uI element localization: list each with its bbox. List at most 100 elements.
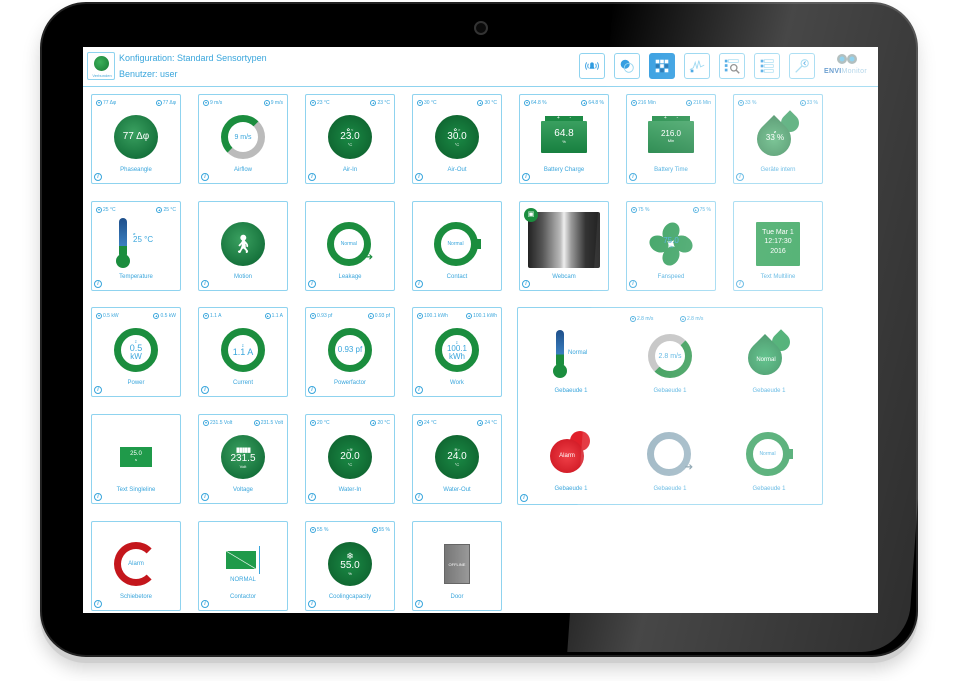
tile-label: Air-In: [342, 167, 358, 173]
min-threshold-icon: ▾: [310, 313, 316, 319]
group-item-leakage[interactable]: ➔ Gebaeude 1: [625, 412, 715, 502]
min-threshold-icon: ▾: [310, 527, 316, 533]
arrow-right-icon: ➔: [684, 461, 694, 473]
group-item-humidity[interactable]: Normal Gebaeude 1: [724, 314, 814, 404]
charts-button[interactable]: [684, 53, 710, 79]
tile-label: Water-Out: [443, 487, 471, 493]
min-threshold-icon: ▾: [203, 420, 209, 426]
info-icon[interactable]: i: [94, 280, 102, 288]
list-button[interactable]: [754, 53, 780, 79]
phaseangle-gauge: 77 Δφ: [114, 115, 158, 159]
info-icon[interactable]: i: [415, 386, 423, 394]
info-icon[interactable]: i: [522, 280, 530, 288]
group-item-label: Gebaeude 1: [653, 486, 687, 492]
group-item-temperature[interactable]: Normal Gebaeude 1: [526, 314, 616, 404]
water-out-gauge: ≋> 24.0 °C: [435, 435, 479, 479]
search-list-button[interactable]: [719, 53, 745, 79]
info-icon[interactable]: i: [308, 280, 316, 288]
group-item-humidity-alarm[interactable]: Alarm Gebaeude 1: [526, 412, 616, 502]
group-item-label: Gebaeude 1: [554, 486, 588, 492]
tile-group-gebaeude[interactable]: ▾ 2.8 m/s ▴ 2.8 m/s Normal Gebaeude 1 2.8 …: [517, 307, 823, 505]
info-icon[interactable]: i: [415, 600, 423, 608]
webcam-image[interactable]: ▣: [524, 208, 600, 268]
info-icon[interactable]: i: [94, 173, 102, 181]
info-icon[interactable]: i: [308, 386, 316, 394]
tile-geraete-intern[interactable]: ▾ 33 % ▴ 33 % ø 33 % Geräte intern i: [733, 94, 823, 184]
logo-text: ENVIMonitor: [824, 68, 867, 75]
air-out-gauge: ✿ >30.0 °C: [435, 115, 479, 159]
alarm-button[interactable]: [579, 53, 605, 79]
info-icon[interactable]: i: [308, 493, 316, 501]
info-icon[interactable]: i: [94, 493, 102, 501]
tile-motion[interactable]: 🚶︎ Motion i: [198, 201, 288, 291]
tile-power[interactable]: ▾ 0.5 kW ▴ 0.5 kW Σ 0.5 kW Power i: [91, 307, 181, 397]
info-icon[interactable]: i: [415, 173, 423, 181]
tile-label: Power: [127, 380, 145, 386]
camera-lens: [474, 21, 488, 35]
tile-current[interactable]: ▾ 1.1 A ▴ 1.1 A Σ 1.1 A Current i: [198, 307, 288, 397]
tile-phaseangle[interactable]: ▾ 77 Δφ ▴ 77 Δφ 77 Δφ Phaseangle i: [91, 94, 181, 184]
info-icon[interactable]: i: [201, 493, 209, 501]
air-in-gauge: ✿ <23.0 °C: [328, 115, 372, 159]
battery-icon: 64.8%: [541, 116, 587, 153]
tile-label: Door: [450, 594, 464, 600]
dashboard-grid-button[interactable]: [649, 53, 675, 79]
tile-contactor[interactable]: NORMAL Contactor i: [198, 521, 288, 611]
info-icon[interactable]: i: [629, 280, 637, 288]
min-threshold-icon: ▾: [310, 100, 316, 106]
info-icon[interactable]: i: [415, 280, 423, 288]
max-threshold-icon: ▴: [477, 100, 484, 106]
tile-label: Current: [232, 380, 253, 386]
tile-temperature[interactable]: ▾ 25 °C ▴ 25 °C ø 25 °C Temperature i: [91, 201, 181, 291]
tile-voltage[interactable]: ▾ 231.5 Volt ▴ 231.5 Volt ▮▮▮▮▮ 231.5 Volt V…: [198, 414, 288, 504]
sensor-types-button[interactable]: [614, 53, 640, 79]
tile-water-in[interactable]: ▾ 20 °C ▴ 20 °C <≋ 20.0 °C Water-In i: [305, 414, 395, 504]
info-icon[interactable]: i: [522, 173, 530, 181]
tile-airflow[interactable]: ▾ 9 m/s ▴ 9 m/s 9 m/s Airflow i: [198, 94, 288, 184]
tile-text-multiline[interactable]: Tue Mar 1 12:17:30 2016 Text Multiline i: [733, 201, 823, 291]
tile-schiebetore[interactable]: Alarm Schiebetore i: [91, 521, 181, 611]
group-item-contact[interactable]: Normal Gebaeude 1: [724, 412, 814, 502]
group-item-airflow[interactable]: 2.8 m/s Gebaeude 1: [625, 314, 715, 404]
tile-door[interactable]: OFFLINE Door i: [412, 521, 502, 611]
tile-coolingcapacity[interactable]: ▾ 55 % ▴ 55 % ❄ 55.0% Coolingcapacity i: [305, 521, 395, 611]
max-threshold-icon: ▴: [253, 420, 260, 426]
info-icon[interactable]: i: [415, 493, 423, 501]
info-icon[interactable]: i: [629, 173, 637, 181]
info-icon[interactable]: i: [308, 173, 316, 181]
info-icon[interactable]: i: [201, 280, 209, 288]
info-icon[interactable]: i: [736, 280, 744, 288]
info-icon[interactable]: i: [520, 494, 528, 502]
current-ring-icon: Σ 1.1 A: [221, 328, 265, 372]
info-icon[interactable]: i: [201, 173, 209, 181]
logout-button[interactable]: [789, 53, 815, 79]
min-threshold-icon: ▾: [417, 313, 423, 319]
tile-air-in[interactable]: ▾ 23 °C ▴ 23 °C ✿ <23.0 °C Air-In i: [305, 94, 395, 184]
tile-water-out[interactable]: ▾ 24 °C ▴ 24 °C ≋> 24.0 °C Water-Out i: [412, 414, 502, 504]
thermometer-icon: Normal: [546, 330, 596, 382]
tile-webcam[interactable]: ▣ Webcam i: [519, 201, 609, 291]
fan-blades-icon: 75.0%: [646, 219, 696, 269]
info-icon[interactable]: i: [94, 386, 102, 394]
connection-status[interactable]: Verbunden: [87, 52, 115, 80]
tile-battery-time[interactable]: ▾216 Min ▴216 Min 216.0Min Battery Time …: [626, 94, 716, 184]
info-icon[interactable]: i: [736, 173, 744, 181]
tile-powerfactor[interactable]: ▾ 0.93 pf ▴ 0.93 pf 0.93 pf Powerfactor i: [305, 307, 395, 397]
tile-leakage[interactable]: Normal ➔ Leakage i: [305, 201, 395, 291]
tile-label: Schiebetore: [119, 594, 153, 600]
info-icon[interactable]: i: [308, 600, 316, 608]
info-icon[interactable]: i: [201, 386, 209, 394]
tile-air-out[interactable]: ▾ 30 °C ▴ 30 °C ✿ >30.0 °C Air-Out i: [412, 94, 502, 184]
tile-contact[interactable]: Normal Contact i: [412, 201, 502, 291]
info-icon[interactable]: i: [201, 600, 209, 608]
work-ring-icon: Σ 100.1 kWh: [435, 328, 479, 372]
tile-text-singleline[interactable]: 25.0 s Text Singleline i: [91, 414, 181, 504]
group-item-label: Gebaeude 1: [653, 388, 687, 394]
tile-fanspeed[interactable]: ▾ 75 % ▴ 75 % 75.0% Fanspeed i: [626, 201, 716, 291]
tile-label: Phaseangle: [120, 167, 152, 173]
tile-label: Airflow: [233, 167, 252, 173]
info-icon[interactable]: i: [94, 600, 102, 608]
tile-work[interactable]: ▾ 100.1 kWh ▴ 100.1 kWh Σ 100.1 kWh Work i: [412, 307, 502, 397]
tile-battery-charge[interactable]: ▾64.8 % ▴64.8 % 64.8% Battery Charge i: [519, 94, 609, 184]
grid-icon: [655, 59, 669, 73]
